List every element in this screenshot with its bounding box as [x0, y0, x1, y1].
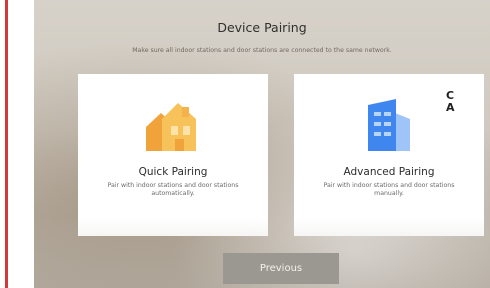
building-icon: [368, 99, 410, 151]
quick-pairing-title: Quick Pairing: [138, 166, 208, 178]
window-border: [5, 0, 8, 288]
advanced-pairing-card[interactable]: Advanced Pairing Pair with indoor statio…: [294, 74, 484, 236]
advanced-pairing-description: Pair with indoor stations and door stati…: [323, 182, 455, 197]
cut-off-text: C A: [446, 90, 455, 114]
cut-off-text-line-2: A: [446, 101, 455, 114]
previous-button[interactable]: Previous: [223, 253, 339, 284]
page-title: Device Pairing: [217, 20, 307, 35]
house-icon: [146, 103, 196, 151]
quick-pairing-description: Pair with indoor stations and door stati…: [107, 182, 239, 197]
quick-pairing-card[interactable]: Quick Pairing Pair with indoor stations …: [78, 74, 268, 236]
page-subtitle: Make sure all indoor stations and door s…: [132, 47, 392, 54]
advanced-pairing-title: Advanced Pairing: [343, 166, 435, 178]
pairing-screen: Device Pairing Make sure all indoor stat…: [34, 0, 490, 288]
